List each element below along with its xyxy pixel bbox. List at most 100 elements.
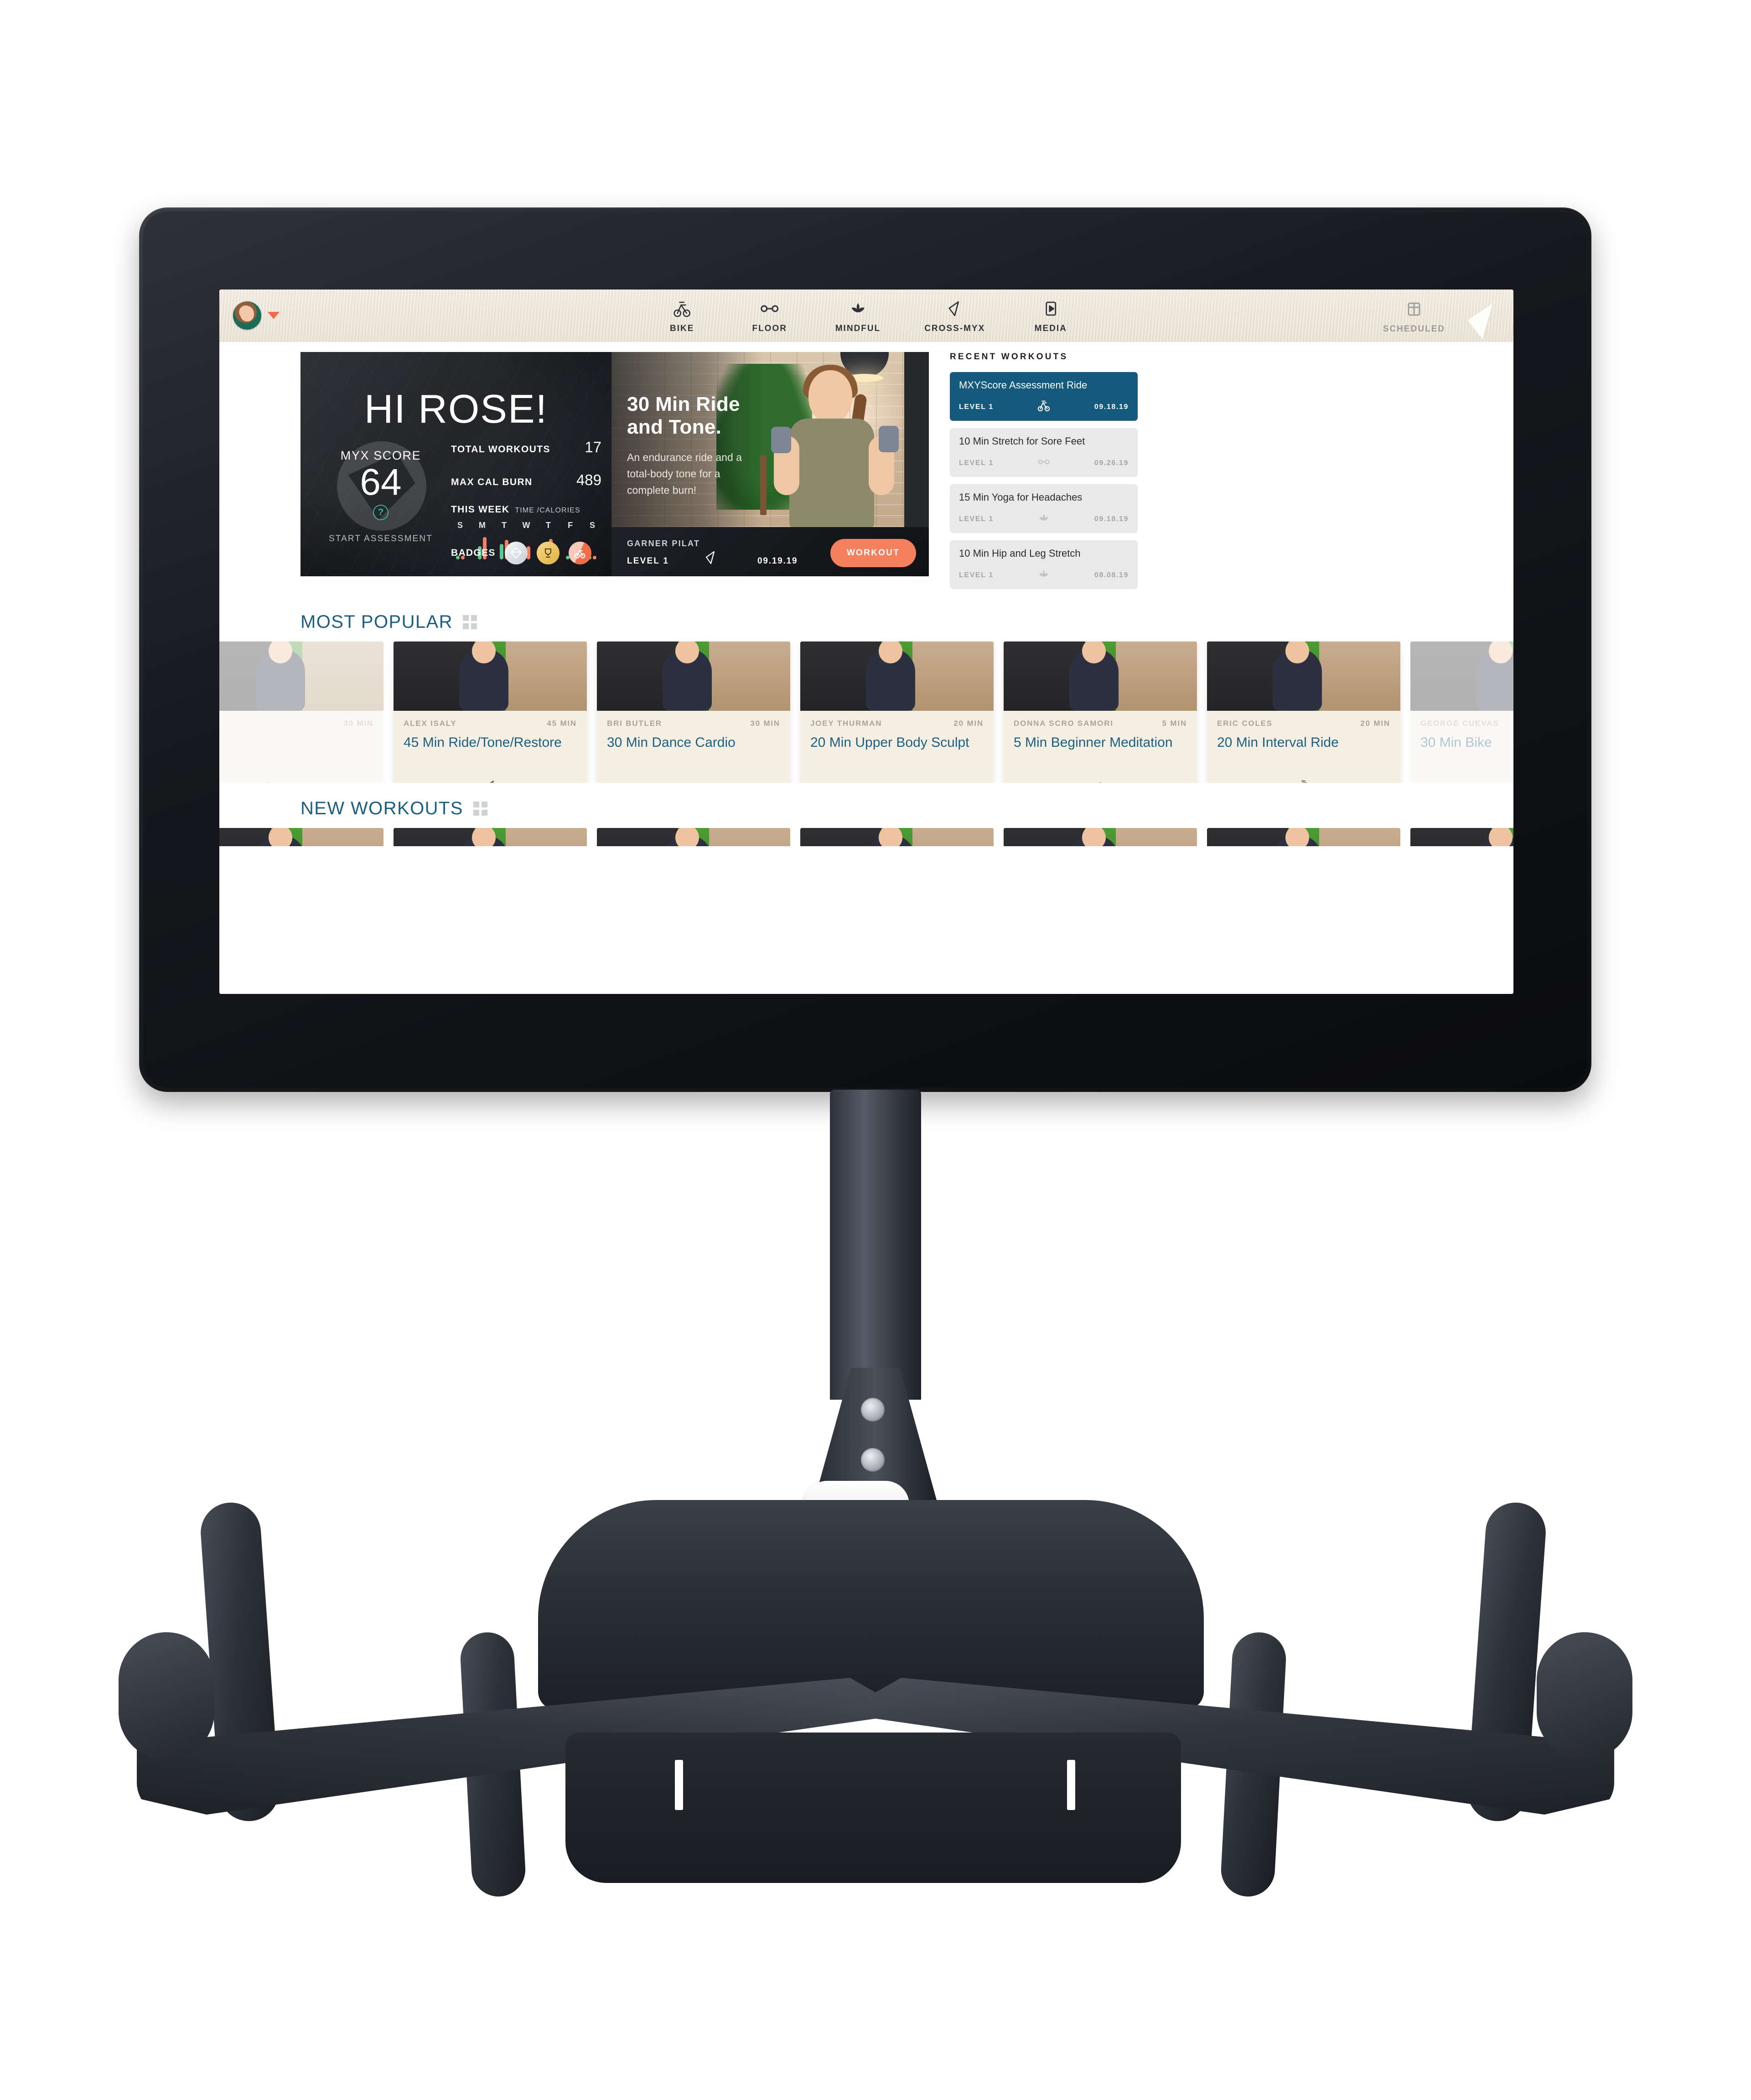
recent-workout-level: LEVEL 1 xyxy=(959,571,994,579)
nav-item-media[interactable]: MEDIA xyxy=(1029,298,1072,334)
myx-triangle-icon xyxy=(944,298,965,319)
workout-card-body: ALEX ISALY 45 MIN 45 Min Ride/Tone/Restore… xyxy=(394,711,587,783)
nav-item-bike[interactable]: BIKE xyxy=(660,298,704,334)
featured-workout-card[interactable]: 30 Min Ride and Tone. An endurance ride … xyxy=(611,352,929,576)
week-day-label: T xyxy=(502,521,507,530)
avatar[interactable] xyxy=(233,301,261,330)
myx-app-screen: BIKE FLOOR MINDFUL CROSS-MYX MEDIA SCHED… xyxy=(219,290,1513,994)
workout-card[interactable]: BRI BUTLER 30 MIN 30 Min Dance Cardio LEVEL… xyxy=(597,641,790,783)
workout-title: 20 Min Interval Ride xyxy=(1217,735,1339,750)
handlebar-grip-right[interactable] xyxy=(1537,1632,1632,1760)
section-title: MOST POPULAR xyxy=(300,612,453,632)
tray-slot xyxy=(1067,1760,1075,1810)
lotus-icon xyxy=(847,298,868,319)
workout-card[interactable] xyxy=(1207,828,1400,846)
dumbbell-icon xyxy=(687,779,700,783)
recent-workouts-list: MXYScore Assessment Ride LEVEL 1 09.18.19 1… xyxy=(950,372,1138,589)
workout-card[interactable]: JOEY THURMAN 20 MIN 20 Min Upper Body Scul… xyxy=(800,641,994,783)
workout-card[interactable] xyxy=(394,828,587,846)
nav-item-scheduled[interactable]: SCHEDULED xyxy=(1383,299,1445,334)
workout-card[interactable]: GEORGE CUEVAS 30 Min Bike LEVEL 3 xyxy=(1410,641,1513,783)
nav-item-cross-myx[interactable]: CROSS-MYX xyxy=(924,298,985,334)
media-play-icon xyxy=(1040,298,1061,319)
week-day-label: S xyxy=(589,521,595,530)
recent-workout-title: 10 Min Hip and Leg Stretch xyxy=(959,548,1081,559)
workout-card-top: DONNA SCRO SAMORI 5 MIN xyxy=(1014,719,1187,728)
workout-coach: JOEY THURMAN xyxy=(810,719,882,728)
bike-icon xyxy=(672,298,693,319)
yoke-gap xyxy=(1090,1226,1149,1304)
lotus-icon xyxy=(262,779,275,783)
featured-coach: GARNER PILAT xyxy=(627,539,700,548)
profile-menu[interactable] xyxy=(233,301,280,330)
nav-label: FLOOR xyxy=(752,323,787,333)
score-label: MYX SCORE xyxy=(340,449,421,462)
featured-level: LEVEL 1 xyxy=(627,556,669,566)
grid-view-icon[interactable] xyxy=(462,615,477,629)
myx-logo-icon xyxy=(1460,300,1503,345)
recent-workout-item[interactable]: 10 Min Hip and Leg Stretch LEVEL 1 08.08.1… xyxy=(950,540,1138,589)
handlebar-grip-left[interactable] xyxy=(119,1632,214,1760)
featured-text: 30 Min Ride and Tone. An endurance ride … xyxy=(627,393,764,498)
top-navigation-bar: BIKE FLOOR MINDFUL CROSS-MYX MEDIA SCHED… xyxy=(219,290,1513,342)
recent-workout-meta: LEVEL 1 09.18.19 xyxy=(959,512,1129,527)
recent-workout-level: LEVEL 1 xyxy=(959,515,994,523)
nav-label: CROSS-MYX xyxy=(924,323,985,333)
workout-card[interactable] xyxy=(1410,828,1513,846)
workout-card[interactable] xyxy=(597,828,790,846)
grid-view-icon[interactable] xyxy=(473,802,487,816)
app-body: HI ROSE! MYX SCORE 64 ? START ASSESSMENT xyxy=(219,342,1513,994)
workout-card[interactable]: ALEX ISALY 45 MIN 45 Min Ride/Tone/Restore… xyxy=(394,641,587,783)
workout-card-top: GEORGE CUEVAS xyxy=(1420,719,1513,728)
start-assessment-button[interactable]: START ASSESSMENT xyxy=(326,534,435,544)
recent-workout-level: LEVEL 1 xyxy=(959,403,994,411)
recent-workout-item[interactable]: 15 Min Yoga for Headaches LEVEL 1 09.18.19 xyxy=(950,484,1138,533)
bike-badge-icon[interactable] xyxy=(568,542,591,564)
lotus-icon xyxy=(1037,568,1050,583)
myx-tablet: BIKE FLOOR MINDFUL CROSS-MYX MEDIA SCHED… xyxy=(139,207,1591,1092)
new-workouts-carousel[interactable] xyxy=(219,828,1513,846)
workout-thumbnail xyxy=(219,641,383,711)
workout-card-bottom: 09.24.19 xyxy=(219,779,373,783)
bracket-screw xyxy=(861,1398,885,1422)
workout-card-body: 30 MIN 09.24.19 xyxy=(219,711,383,783)
workout-duration: 20 MIN xyxy=(1360,719,1390,728)
workout-duration: 45 MIN xyxy=(547,719,577,728)
recent-workout-item[interactable]: 10 Min Stretch for Sore Feet LEVEL 1 09.26… xyxy=(950,428,1138,477)
workout-title xyxy=(219,734,373,769)
featured-title-line2: and Tone. xyxy=(627,416,722,439)
chevron-down-icon[interactable] xyxy=(268,312,280,319)
workout-card-bottom: LEVEL 3 xyxy=(1420,779,1513,783)
myx-triangle-icon xyxy=(483,779,497,783)
workout-coach: DONNA SCRO SAMORI xyxy=(1014,719,1114,728)
workout-card[interactable] xyxy=(800,828,994,846)
featured-photo: 30 Min Ride and Tone. An endurance ride … xyxy=(611,352,929,527)
workout-card-bottom: LEVEL 309.18.19 xyxy=(404,779,577,783)
workout-card-top: 30 MIN xyxy=(219,719,373,728)
lotus-icon xyxy=(1093,779,1107,783)
most-popular-carousel[interactable]: 30 MIN 09.24.19 ALEX ISALY 45 MIN 45 Min Rid… xyxy=(219,641,1513,783)
recent-workout-level: LEVEL 1 xyxy=(959,459,994,467)
workout-thumbnail xyxy=(1004,641,1197,711)
workout-thumbnail xyxy=(1207,641,1400,711)
myx-score-block[interactable]: MYX SCORE 64 ? START ASSESSMENT xyxy=(326,441,435,544)
workout-title: 45 Min Ride/Tone/Restore xyxy=(404,735,562,750)
workout-duration: 30 MIN xyxy=(750,719,780,728)
trophy-badge-icon[interactable] xyxy=(536,542,559,564)
diamond-badge-icon[interactable] xyxy=(504,542,528,564)
workout-card-bottom: LEVEL 209.25.19 xyxy=(1217,779,1390,783)
workout-card[interactable]: DONNA SCRO SAMORI 5 MIN 5 Min Beginner Med… xyxy=(1004,641,1197,783)
nav-item-floor[interactable]: FLOOR xyxy=(748,298,792,334)
dumbbell-icon xyxy=(890,779,904,783)
workout-card[interactable]: ERIC COLES 20 MIN 20 Min Interval Ride LEVE… xyxy=(1207,641,1400,783)
workout-card[interactable]: 30 MIN 09.24.19 xyxy=(219,641,383,783)
recent-workout-item[interactable]: MXYScore Assessment Ride LEVEL 1 09.18.19 xyxy=(950,372,1138,421)
workout-card[interactable] xyxy=(219,828,383,846)
week-day-labels: SMTWTFS xyxy=(451,521,601,530)
workout-card[interactable] xyxy=(1004,828,1197,846)
primary-nav: BIKE FLOOR MINDFUL CROSS-MYX MEDIA xyxy=(660,298,1073,334)
hero-row: HI ROSE! MYX SCORE 64 ? START ASSESSMENT xyxy=(219,352,1513,596)
start-workout-button[interactable]: WORKOUT xyxy=(830,539,916,567)
nav-item-mindful[interactable]: MINDFUL xyxy=(835,298,881,334)
help-icon[interactable]: ? xyxy=(373,504,389,520)
